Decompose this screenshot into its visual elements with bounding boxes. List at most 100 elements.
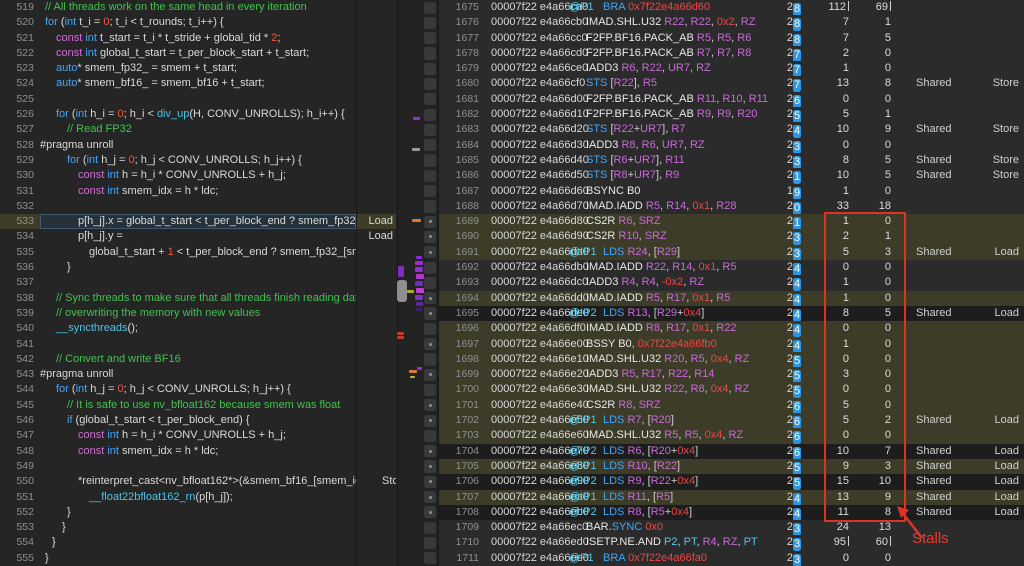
sass-row[interactable]: 170100007f22 e4a66e40CS2R R8, SRZ2650 [439, 398, 1024, 413]
sass-row[interactable]: 170400007f22 e4a66e70@!P2LDS R6, [R20+0x… [439, 444, 1024, 459]
source-line[interactable]: 539// overwriting the memory with new va… [0, 306, 396, 321]
source-line[interactable]: 542// Convert and write BF16 [0, 352, 396, 367]
source-line[interactable]: 546if (global_t_start < t_per_block_end)… [0, 413, 396, 428]
sass-row[interactable]: 170700007f22 e4a66ea0@!P1LDS R11, [R5]24… [439, 490, 1024, 505]
sass-row[interactable]: 169600007f22 e4a66df0IMAD.IADD R8, R17, … [439, 321, 1024, 336]
source-line[interactable]: 554} [0, 535, 396, 550]
sass-row[interactable]: 168800007f22 e4a66d70IMAD.IADD R5, R14, … [439, 199, 1024, 214]
sass-row[interactable]: 168000007f22 e4a66cf0STS [R22], R527138S… [439, 76, 1024, 91]
source-line[interactable]: 550*reinterpret_cast<nv_bfloat162*>(&sme… [0, 474, 396, 489]
sass-row[interactable]: 168200007f22 e4a66d10F2FP.BF16.PACK_AB R… [439, 107, 1024, 122]
memory-access-type-label: Store [959, 122, 1019, 137]
source-line[interactable]: 533p[h_j].x = global_t_start < t_per_blo… [0, 214, 396, 229]
sass-row[interactable]: 170200007f22 e4a66e50@!P1LDS R7, [R20]26… [439, 413, 1024, 428]
line-number: 540 [0, 321, 34, 336]
sass-row[interactable]: 170300007f22 e4a66e60IMAD.SHL.U32 R5, R5… [439, 428, 1024, 443]
predicate: @!P2 [569, 474, 603, 489]
sass-row[interactable]: 169400007f22 e4a66dd0IMAD.IADD R5, R17, … [439, 291, 1024, 306]
source-line[interactable]: 527// Read FP32 [0, 122, 396, 137]
source-line[interactable]: 521const int t_start = t_i * t_stride + … [0, 31, 396, 46]
sass-row[interactable]: 170000007f22 e4a66e30IMAD.SHL.U32 R22, R… [439, 382, 1024, 397]
sass-row[interactable]: 169700007f22 e4a66e00BSSY B0, 0x7f22e4a6… [439, 337, 1024, 352]
stalls-value-primary: 5 [805, 245, 849, 260]
sass-row[interactable]: 168600007f22 e4a66d50STS [R8+UR7], R9211… [439, 168, 1024, 183]
sass-row[interactable]: 167700007f22 e4a66cc0F2FP.BF16.PACK_AB R… [439, 31, 1024, 46]
source-line[interactable]: 522const int global_t_start = t_per_bloc… [0, 46, 396, 61]
heat-box [424, 552, 436, 564]
sass-line-number: 1692 [439, 260, 479, 275]
sass-row[interactable]: 169200007f22 e4a66db0IMAD.IADD R22, R14,… [439, 260, 1024, 275]
sass-row[interactable]: 167900007f22 e4a66ce0IADD3 R6, R22, UR7,… [439, 61, 1024, 76]
source-code: p[h_j].y = [40, 229, 356, 244]
stalls-value-primary: 5 [805, 398, 849, 413]
source-line[interactable]: 540__syncthreads(); [0, 321, 396, 336]
stalls-value-primary: 112 [805, 0, 849, 15]
register-heat-badge: 7 [793, 79, 801, 92]
source-line[interactable]: 536} [0, 260, 396, 275]
sass-line-number: 1689 [439, 214, 479, 229]
source-line[interactable]: 548const int smem_idx = h * ldc; [0, 444, 396, 459]
source-line[interactable]: 537 [0, 275, 396, 290]
heat-tick-icon [409, 370, 417, 373]
sass-row[interactable]: 169500007f22 e4a66de0@!P2LDS R13, [R29+0… [439, 306, 1024, 321]
scrollbar-thumb[interactable] [397, 280, 407, 302]
sass-row[interactable]: 168300007f22 e4a66d20STS [R22+UR7], R724… [439, 122, 1024, 137]
sass-row[interactable]: 167800007f22 e4a66cd0F2FP.BF16.PACK_AB R… [439, 46, 1024, 61]
sass-row[interactable]: 169800007f22 e4a66e10IMAD.SHL.U32 R20, R… [439, 352, 1024, 367]
source-line[interactable]: 528#pragma unroll [0, 138, 396, 153]
source-line[interactable]: 531const int smem_idx = h * ldc; [0, 184, 396, 199]
sass-row[interactable]: 169900007f22 e4a66e20IADD3 R5, R17, R22,… [439, 367, 1024, 382]
source-code: *reinterpret_cast<nv_bfloat162*>(&smem_b… [40, 474, 356, 489]
stalls-value-secondary: 3 [853, 245, 891, 260]
sass-row[interactable]: 168700007f22 e4a66d60BSYNC B01910 [439, 184, 1024, 199]
source-line[interactable]: 519// All threads work on the same head … [0, 0, 396, 15]
source-line[interactable]: 526for (int h_i = 0; h_i < div_up(H, CON… [0, 107, 396, 122]
source-line[interactable]: 538// Sync threads to make sure that all… [0, 291, 396, 306]
sass-row[interactable]: 169300007f22 e4a66dc0IADD3 R4, R4, -0x2,… [439, 275, 1024, 290]
line-number: 521 [0, 31, 34, 46]
register-heat-badge: 5 [793, 110, 801, 123]
source-code [40, 275, 356, 290]
stalls-value-primary: 7 [805, 15, 849, 30]
source-line[interactable]: 541 [0, 337, 396, 352]
source-panel: 519// All threads work on the same head … [0, 0, 396, 566]
line-number: 548 [0, 444, 34, 459]
source-code: } [40, 551, 356, 566]
source-line[interactable]: 534p[h_j].y =Load [0, 229, 396, 244]
stalls-value-secondary: 9 [853, 122, 891, 137]
source-line[interactable]: 520for (int t_i = 0; t_i < t_rounds; t_i… [0, 15, 396, 30]
heat-box [424, 353, 436, 365]
sass-row[interactable]: 169000007f22 e4a66d90CS2R R10, SRZ2321 [439, 229, 1024, 244]
register-heat-badge: 8 [793, 34, 801, 47]
source-line[interactable]: 549 [0, 459, 396, 474]
sass-row[interactable]: 170500007f22 e4a66e80@!P1LDS R10, [R22]2… [439, 459, 1024, 474]
source-line[interactable]: 530const int h = h_i * CONV_UNROLLS + h_… [0, 168, 396, 183]
source-line[interactable]: 553} [0, 520, 396, 535]
source-line[interactable]: 551__float22bfloat162_rn(p[h_j]); [0, 490, 396, 505]
sass-row[interactable]: 168100007f22 e4a66d00F2FP.BF16.PACK_AB R… [439, 92, 1024, 107]
source-line[interactable]: 545// It is safe to use nv_bfloat162 bec… [0, 398, 396, 413]
sass-row[interactable]: 167500007f22 e4a66ca0@P1BRA 0x7f22e4a66d… [439, 0, 1024, 15]
source-line[interactable]: 544for (int h_j = 0; h_j < CONV_UNROLLS;… [0, 382, 396, 397]
source-code: global_t_start + 1 < t_per_block_end ? s… [40, 245, 356, 260]
source-line[interactable]: 529for (int h_j = 0; h_j < CONV_UNROLLS;… [0, 153, 396, 168]
source-line[interactable]: 523auto* smem_fp32_ = smem + t_start; [0, 61, 396, 76]
sass-row[interactable]: 170600007f22 e4a66e90@!P2LDS R9, [R22+0x… [439, 474, 1024, 489]
sass-row[interactable]: 171100007f22 e4a66ee0@P1BRA 0x7f22e4a66f… [439, 551, 1024, 566]
live-registers: 24 [761, 291, 801, 307]
source-line[interactable]: 543#pragma unroll [0, 367, 396, 382]
source-line[interactable]: 525 [0, 92, 396, 107]
source-line[interactable]: 535global_t_start + 1 < t_per_block_end … [0, 245, 396, 260]
source-column-divider[interactable] [356, 0, 357, 566]
sass-row[interactable]: 168500007f22 e4a66d40STS [R6+UR7], R1123… [439, 153, 1024, 168]
source-line[interactable]: 524auto* smem_bf16_ = smem_bf16 + t_star… [0, 76, 396, 91]
sass-row[interactable]: 169100007f22 e4a66da0@!P1LDS R24, [R29]2… [439, 245, 1024, 260]
source-line[interactable]: 547const int h = h_i * CONV_UNROLLS + h_… [0, 428, 396, 443]
sass-row[interactable]: 167600007f22 e4a66cb0IMAD.SHL.U32 R22, R… [439, 15, 1024, 30]
sass-row[interactable]: 168400007f22 e4a66d30IADD3 R8, R6, UR7, … [439, 138, 1024, 153]
source-line[interactable]: 532 [0, 199, 396, 214]
sass-row[interactable]: 170800007f22 e4a66eb0@!P2LDS R8, [R5+0x4… [439, 505, 1024, 520]
sass-row[interactable]: 168900007f22 e4a66d80CS2R R6, SRZ2110 [439, 214, 1024, 229]
source-line[interactable]: 555} [0, 551, 396, 566]
source-line[interactable]: 552} [0, 505, 396, 520]
